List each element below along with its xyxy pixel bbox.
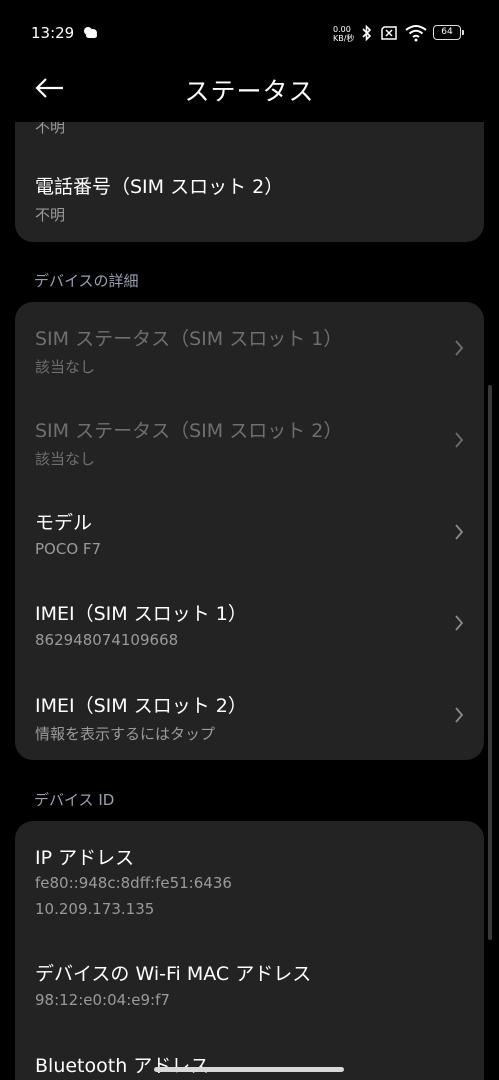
device-id-card: IP アドレス fe80::948c:8dff:fe51:6436 10.209…	[15, 821, 484, 1080]
row-title: SIM ステータス（SIM スロット 1）	[35, 328, 343, 350]
model-row[interactable]: モデル POCO F7	[15, 486, 484, 577]
row-subtitle: 情報を表示するにはタップ	[35, 725, 216, 743]
row-subtitle: 不明	[35, 206, 66, 224]
row-title: IMEI（SIM スロット 2）	[35, 695, 247, 717]
chevron-right-icon	[455, 524, 464, 540]
row-title: デバイスの Wi-Fi MAC アドレス	[35, 963, 312, 985]
phone-number-slot2-row[interactable]: 電話番号（SIM スロット 2） 不明	[15, 150, 484, 242]
chevron-right-icon	[455, 707, 464, 723]
page-title: ステータス	[184, 77, 315, 106]
battery-icon: 64	[433, 25, 464, 40]
chevron-right-icon	[455, 432, 464, 448]
imei-slot1-row[interactable]: IMEI（SIM スロット 1） 862948074109668	[15, 577, 484, 669]
row-subtitle: 98:12:e0:04:e9:f7	[35, 991, 170, 1009]
section-header-device-details: デバイスの詳細	[34, 272, 139, 290]
network-info-card: 不明 電話番号（SIM スロット 2） 不明	[15, 122, 484, 242]
device-details-card: SIM ステータス（SIM スロット 1） 該当なし SIM ステータス（SIM…	[15, 302, 484, 760]
scrollbar[interactable]	[488, 385, 492, 940]
row-subtitle: 862948074109668	[35, 631, 179, 649]
row-title: IMEI（SIM スロット 1）	[35, 603, 247, 625]
chevron-right-icon	[455, 340, 464, 356]
net-speed-unit: KB/秒	[333, 34, 355, 43]
bluetooth-icon	[362, 24, 372, 42]
settings-list[interactable]: 不明 電話番号（SIM スロット 2） 不明 デバイスの詳細 SIM ステータス…	[0, 122, 499, 1080]
partial-row: 不明	[15, 122, 484, 150]
wifi-icon	[405, 25, 427, 42]
wifi-mac-address-row[interactable]: デバイスの Wi-Fi MAC アドレス 98:12:e0:04:e9:f7	[15, 937, 484, 1029]
row-subtitle: POCO F7	[35, 540, 102, 558]
row-title: 電話番号（SIM スロット 2）	[35, 176, 284, 198]
app-header: ステータス	[0, 66, 499, 122]
net-speed-value: 0.00	[333, 25, 351, 34]
row-title: モデル	[35, 512, 93, 534]
row-title: Bluetooth アドレス	[35, 1055, 210, 1077]
row-subtitle: fe80::948c:8dff:fe51:6436	[35, 874, 232, 892]
row-subtitle: 該当なし	[35, 450, 96, 468]
network-speed: 0.00 KB/秒	[333, 25, 354, 43]
chevron-right-icon	[455, 615, 464, 631]
cloud-icon	[84, 27, 97, 38]
row-title: SIM ステータス（SIM スロット 2）	[35, 420, 343, 442]
row-title: IP アドレス	[35, 847, 135, 869]
imei-slot2-row[interactable]: IMEI（SIM スロット 2） 情報を表示するにはタップ	[15, 669, 484, 760]
home-indicator[interactable]	[154, 1067, 344, 1072]
status-time: 13:29	[31, 24, 75, 42]
row-subtitle: 該当なし	[35, 358, 96, 376]
battery-level: 64	[441, 27, 453, 37]
bluetooth-address-row[interactable]: Bluetooth アドレス	[15, 1029, 484, 1080]
section-header-device-id: デバイス ID	[34, 791, 115, 809]
status-bar: 13:29 0.00 KB/秒 64	[0, 0, 499, 66]
partial-row-value: 不明	[35, 122, 66, 136]
sim-status-slot1-row[interactable]: SIM ステータス（SIM スロット 1） 該当なし	[15, 302, 484, 394]
no-sim-icon	[381, 26, 397, 40]
ip-address-row[interactable]: IP アドレス fe80::948c:8dff:fe51:6436 10.209…	[15, 821, 484, 937]
sim-status-slot2-row[interactable]: SIM ステータス（SIM スロット 2） 該当なし	[15, 394, 484, 486]
row-subtitle-2: 10.209.173.135	[35, 900, 155, 918]
